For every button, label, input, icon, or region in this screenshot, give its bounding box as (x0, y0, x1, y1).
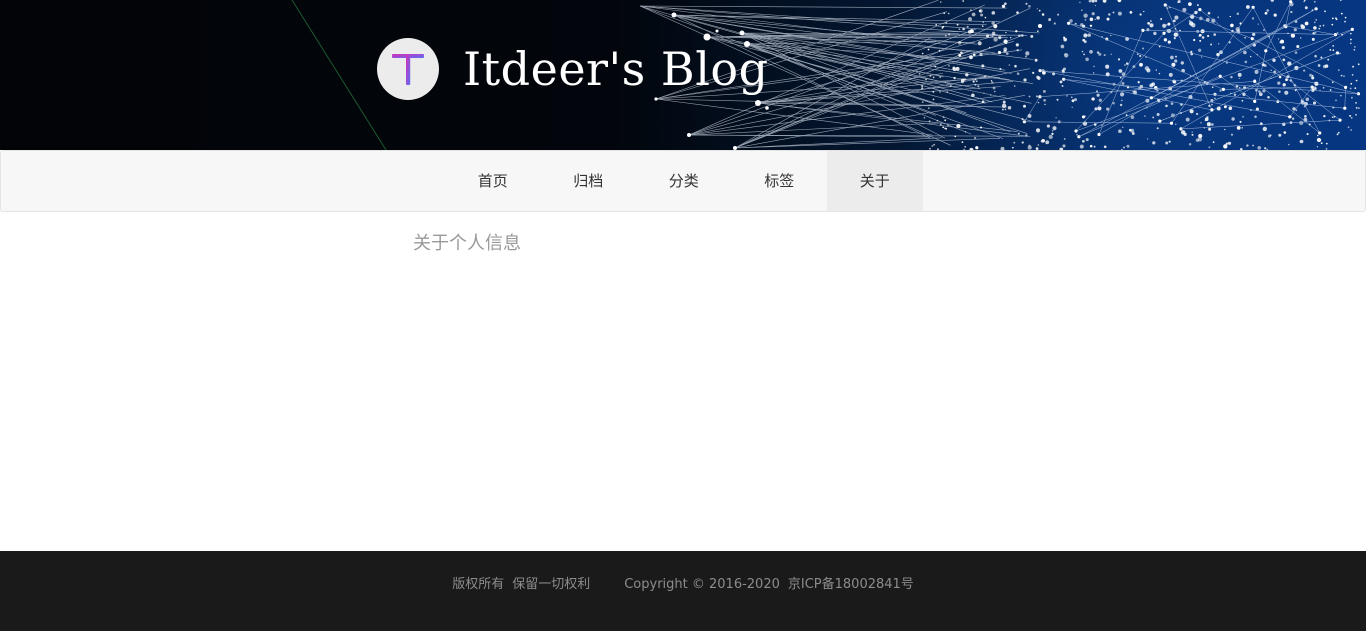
footer-icp-link[interactable]: 京ICP备18002841号 (788, 575, 914, 595)
nav-item-archive[interactable]: 归档 (541, 151, 637, 211)
header-banner: Itdeer's Blog (0, 0, 1366, 150)
footer-copyright-text: Copyright © 2016-2020 (624, 577, 780, 592)
nav-item-tags[interactable]: 标签 (732, 151, 828, 211)
t-logo-icon (392, 54, 424, 85)
site-footer: 版权所有 保留一切权利 Copyright © 2016-2020 京ICP备1800… (0, 551, 1366, 631)
main-navbar: 首页 归档 分类 标签 关于 (0, 150, 1366, 212)
nav-item-categories[interactable]: 分类 (636, 151, 732, 211)
nav-list: 首页 归档 分类 标签 关于 (445, 151, 923, 211)
footer-reserved-text: 保留一切权利 (512, 577, 591, 592)
nav-item-about[interactable]: 关于 (827, 151, 923, 211)
page-title: 关于个人信息 (413, 233, 521, 254)
footer-copyright-line: 版权所有 保留一切权利 Copyright © 2016-2020 京ICP备1800… (0, 575, 1366, 595)
nav-item-home[interactable]: 首页 (445, 151, 541, 211)
site-title[interactable]: Itdeer's Blog (463, 41, 769, 97)
footer-rights-text: 版权所有 (452, 577, 505, 592)
avatar[interactable] (377, 38, 439, 100)
site-brand[interactable]: Itdeer's Blog (377, 38, 769, 100)
